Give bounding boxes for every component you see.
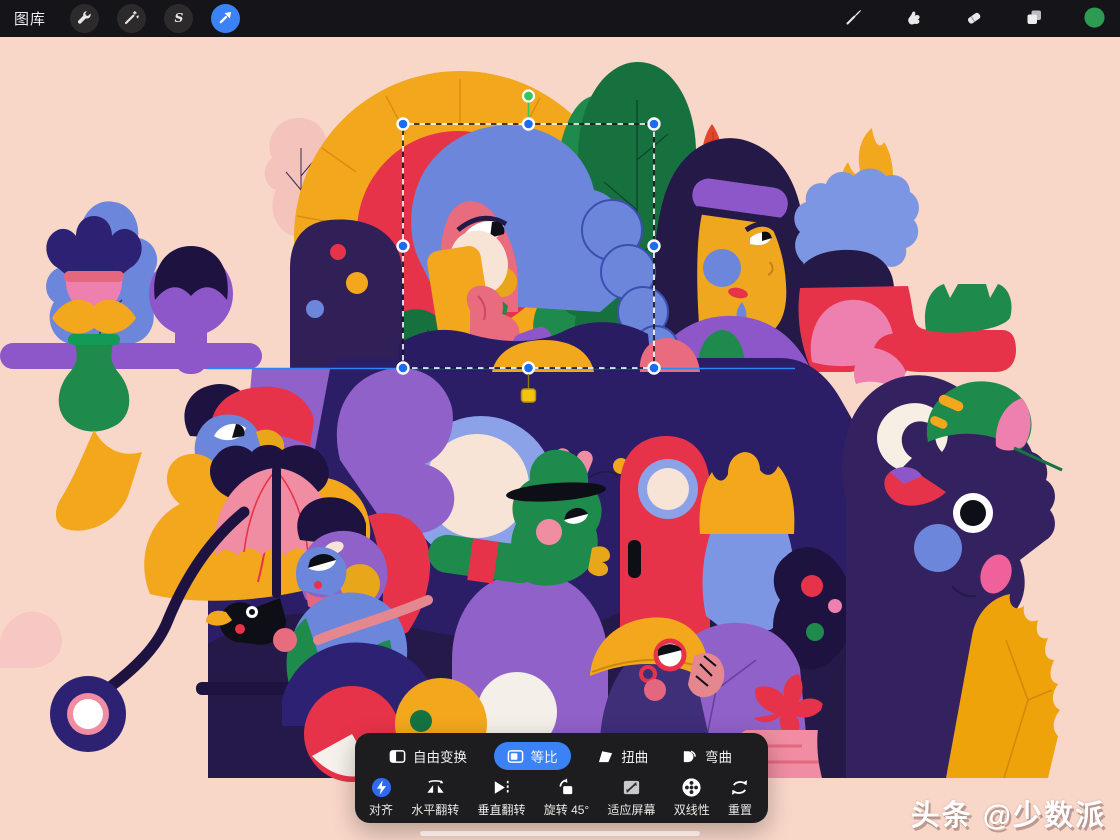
fit-screen-button[interactable]: 适应屏幕 bbox=[607, 777, 655, 818]
top-toolbar: 图库 S bbox=[0, 0, 1120, 37]
action-label: 适应屏幕 bbox=[607, 801, 655, 818]
action-label: 对齐 bbox=[369, 801, 393, 818]
flip-vertical-button[interactable]: 垂直翻转 bbox=[478, 777, 526, 818]
gallery-button[interactable]: 图库 bbox=[14, 8, 46, 29]
transform-button[interactable] bbox=[211, 4, 240, 33]
brush-button[interactable] bbox=[838, 4, 870, 33]
reset-icon bbox=[729, 777, 750, 798]
mode-label: 扭曲 bbox=[621, 746, 648, 766]
selection-button[interactable]: S bbox=[164, 4, 193, 33]
actions-button[interactable] bbox=[70, 4, 99, 33]
action-label: 双线性 bbox=[674, 801, 710, 818]
procreate-window: 图库 S bbox=[0, 0, 1120, 840]
flip-horizontal-icon bbox=[425, 777, 446, 798]
action-label: 重置 bbox=[728, 801, 752, 818]
rotate-45-button[interactable]: 旋转 45° bbox=[544, 777, 589, 818]
flip-horizontal-button[interactable]: 水平翻转 bbox=[411, 777, 459, 818]
transform-mode-freeform[interactable]: 自由变换 bbox=[383, 742, 473, 770]
mode-label: 自由变换 bbox=[413, 746, 467, 766]
smudge-finger-icon bbox=[904, 7, 924, 30]
illustration-dotted-hill bbox=[290, 219, 404, 369]
mode-label: 等比 bbox=[531, 746, 558, 766]
freeform-mode-icon bbox=[389, 748, 406, 765]
flip-vertical-icon bbox=[491, 777, 512, 798]
action-label: 垂直翻转 bbox=[478, 801, 526, 818]
magic-wand-icon bbox=[123, 9, 140, 29]
illustration-red-door bbox=[620, 436, 710, 636]
transform-mode-uniform[interactable]: 等比 bbox=[494, 742, 571, 770]
snapping-button[interactable]: 对齐 bbox=[369, 777, 393, 818]
eraser-button[interactable] bbox=[958, 4, 990, 33]
transform-arrow-icon bbox=[217, 9, 234, 29]
layers-icon bbox=[1024, 7, 1044, 30]
home-indicator[interactable] bbox=[420, 831, 700, 836]
transform-panel: 自由变换 等比 扭曲 弯曲 bbox=[355, 733, 768, 823]
action-label: 水平翻转 bbox=[411, 801, 459, 818]
distort-mode-icon bbox=[597, 748, 614, 765]
fit-screen-icon bbox=[621, 777, 642, 798]
rotate-45-icon bbox=[556, 777, 577, 798]
adjustments-button[interactable] bbox=[117, 4, 146, 33]
bilinear-icon bbox=[681, 777, 702, 798]
transform-action-row: 对齐 水平翻转 垂直翻转 旋转 45° bbox=[355, 770, 768, 818]
brush-icon bbox=[844, 7, 864, 30]
svg-text:S: S bbox=[175, 9, 184, 24]
transform-mode-row: 自由变换 等比 扭曲 弯曲 bbox=[355, 733, 768, 770]
color-swatch-button[interactable] bbox=[1078, 4, 1110, 33]
bilinear-button[interactable]: 双线性 bbox=[674, 777, 710, 818]
transform-mode-distort[interactable]: 扭曲 bbox=[591, 742, 654, 770]
toolbar-left-group: 图库 S bbox=[0, 4, 240, 33]
layers-button[interactable] bbox=[1018, 4, 1050, 33]
toolbar-right-group bbox=[838, 4, 1120, 33]
watermark: 头条 @少数派 bbox=[911, 792, 1106, 834]
warp-mode-icon bbox=[681, 748, 698, 765]
canvas-illustration[interactable] bbox=[0, 0, 1120, 840]
eraser-icon bbox=[964, 7, 984, 30]
snapping-lightning-icon bbox=[371, 777, 392, 798]
transform-mode-warp[interactable]: 弯曲 bbox=[675, 742, 738, 770]
reset-button[interactable]: 重置 bbox=[728, 777, 752, 818]
selection-s-icon: S bbox=[170, 9, 187, 29]
mode-label: 弯曲 bbox=[705, 746, 732, 766]
smudge-button[interactable] bbox=[898, 4, 930, 33]
action-label: 旋转 45° bbox=[544, 801, 589, 818]
wrench-icon bbox=[76, 9, 93, 29]
active-color-icon bbox=[1083, 6, 1106, 32]
uniform-mode-icon bbox=[507, 748, 524, 765]
